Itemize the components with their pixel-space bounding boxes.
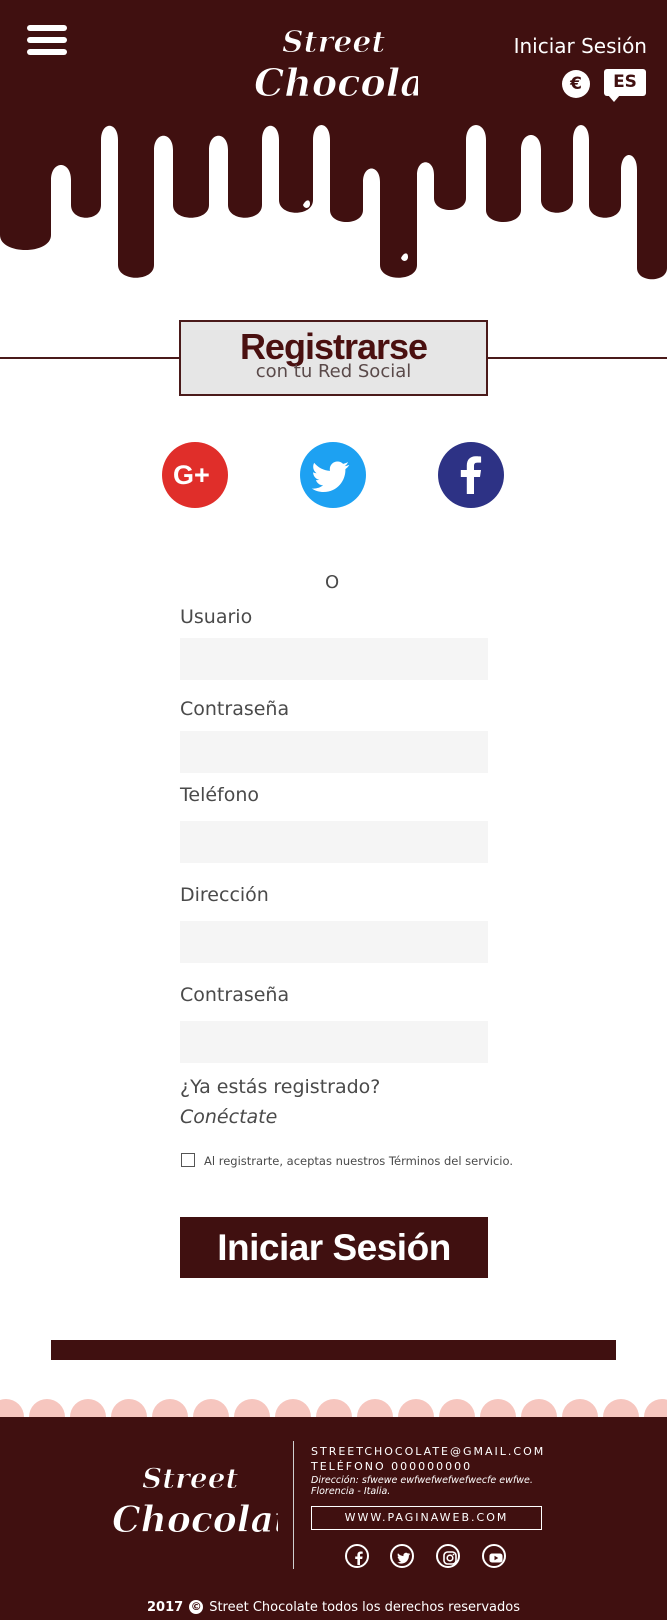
footer-email[interactable]: STREETCHOCOLATE@GMAIL.COM bbox=[311, 1445, 545, 1458]
submit-button[interactable]: Iniciar Sesión bbox=[180, 1217, 488, 1278]
twitter-icon bbox=[311, 461, 350, 492]
panel-bottom-bar bbox=[51, 1340, 616, 1360]
footer-logo: Street Chocolate bbox=[112, 1462, 278, 1542]
phone-input[interactable] bbox=[180, 821, 488, 863]
header: Street Chocolate Iniciar Sesión € ES bbox=[0, 0, 667, 290]
username-label: Usuario bbox=[180, 606, 253, 628]
address-label: Dirección bbox=[180, 884, 269, 906]
svg-text:Chocolate: Chocolate bbox=[254, 60, 418, 105]
confirm-password-input[interactable] bbox=[180, 1021, 488, 1063]
menu-icon[interactable] bbox=[27, 25, 67, 61]
youtube-icon[interactable] bbox=[482, 1544, 506, 1568]
signup-title-box: Registrarse con tu Red Social bbox=[179, 320, 488, 396]
copyright-icon: © bbox=[189, 1600, 204, 1614]
already-registered-text: ¿Ya estás registrado? bbox=[180, 1076, 381, 1098]
footer-website-link[interactable]: WWW.PAGINAWEB.COM bbox=[311, 1506, 542, 1530]
username-input[interactable] bbox=[180, 638, 488, 680]
copyright-line: 2017 © Street Chocolate todos los derechos… bbox=[0, 1600, 667, 1615]
svg-text:Street: Street bbox=[282, 25, 386, 60]
google-plus-icon: G+ bbox=[173, 460, 210, 490]
facebook-icon bbox=[460, 456, 482, 494]
twitter-button[interactable] bbox=[300, 442, 366, 508]
password-label: Contraseña bbox=[180, 698, 290, 720]
instagram-icon[interactable] bbox=[436, 1544, 460, 1568]
footer-phone: TELÉFONO 000000000 bbox=[311, 1460, 473, 1473]
confirm-password-label: Contraseña bbox=[180, 984, 290, 1006]
copyright-year: 2017 bbox=[147, 1600, 184, 1615]
svg-text:G+: G+ bbox=[173, 460, 210, 490]
phone-label: Teléfono bbox=[180, 784, 260, 806]
footer-address: Dirección: sfwewe ewfwefwefwefwecfe ewfw… bbox=[311, 1475, 533, 1497]
facebook-button[interactable] bbox=[438, 442, 504, 508]
terms-label: Al registrarte, aceptas nuestros Término… bbox=[204, 1154, 513, 1168]
currency-euro-icon[interactable]: € bbox=[562, 70, 590, 98]
header-login-link[interactable]: Iniciar Sesión bbox=[514, 34, 647, 58]
or-separator: O bbox=[325, 572, 340, 593]
password-input[interactable] bbox=[180, 731, 488, 773]
facebook-icon[interactable] bbox=[345, 1544, 369, 1568]
svg-text:Street: Street bbox=[142, 1462, 239, 1495]
google-plus-button[interactable]: G+ bbox=[162, 442, 228, 508]
connect-link[interactable]: Conéctate bbox=[180, 1106, 277, 1128]
svg-text:Chocolate: Chocolate bbox=[112, 1499, 278, 1541]
address-input[interactable] bbox=[180, 921, 488, 963]
scallop-border bbox=[0, 1399, 667, 1419]
twitter-icon[interactable] bbox=[390, 1544, 414, 1568]
terms-checkbox[interactable] bbox=[181, 1153, 195, 1167]
copyright-text: Street Chocolate todos los derechos rese… bbox=[209, 1600, 520, 1615]
language-selector[interactable]: ES bbox=[604, 69, 646, 102]
street-chocolate-logo: Street Chocolate bbox=[254, 25, 419, 106]
page-subtitle: con tu Red Social bbox=[255, 361, 412, 382]
footer: Street Chocolate STREETCHOCOLATE@GMAIL.C… bbox=[0, 1417, 667, 1620]
footer-divider bbox=[293, 1441, 294, 1569]
